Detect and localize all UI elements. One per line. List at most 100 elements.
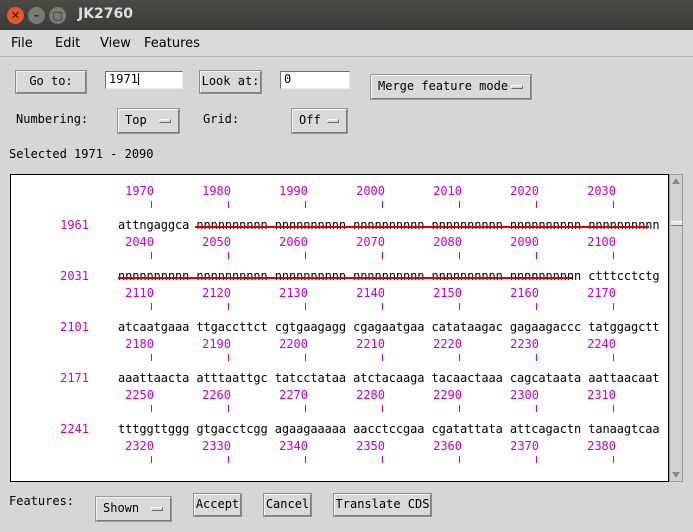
position-tick-label: 2200 xyxy=(279,337,308,351)
sequence-row-text[interactable]: aaattaacta atttaattgc tatcctataa atctaca… xyxy=(118,371,660,385)
lookat-button[interactable]: Look at: xyxy=(200,71,261,93)
accept-button-label: Accept xyxy=(195,497,240,511)
position-tick-mark xyxy=(228,201,229,208)
position-tick-mark xyxy=(151,405,152,412)
position-tick-mark xyxy=(613,405,614,412)
position-tick-mark xyxy=(151,354,152,361)
maximize-window-icon[interactable]: ▢ xyxy=(49,7,66,24)
sequence-view[interactable]: 1970 1980 1990 2000 2010 2020 2030 1961 attngagg… xyxy=(10,174,669,482)
merge-feature-mode-menu[interactable]: Merge feature mode xyxy=(371,75,531,99)
accept-button[interactable]: Accept xyxy=(194,494,241,516)
grid-value: Off xyxy=(299,113,321,127)
position-tick-mark xyxy=(382,252,383,259)
sequence-row-text[interactable]: attngaggca nnnnnnnnnn nnnnnnnnnn nnnnnnn… xyxy=(118,218,660,232)
position-tick-label: 1970 xyxy=(125,184,154,198)
position-tick-label: 2160 xyxy=(510,286,539,300)
row-start-position: 2171 xyxy=(60,371,89,385)
position-tick-mark xyxy=(459,201,460,208)
goto-input[interactable]: 1971 xyxy=(105,71,183,89)
position-tick-mark xyxy=(382,354,383,361)
position-tick-mark xyxy=(613,456,614,463)
position-tick-label: 2140 xyxy=(356,286,385,300)
position-tick-mark xyxy=(382,201,383,208)
title-bar: ✕ – ▢ JK2760 xyxy=(0,0,693,30)
translate-cds-button[interactable]: Translate CDS xyxy=(334,494,431,516)
sequence-row-text[interactable]: tttggttggg gtgacctcgg agaagaaaaa aacctcc… xyxy=(118,422,660,436)
option-menu-indicator-icon xyxy=(511,85,523,89)
position-tick-mark xyxy=(305,456,306,463)
position-tick-mark xyxy=(228,252,229,259)
position-tick-mark xyxy=(459,456,460,463)
position-tick-label: 2180 xyxy=(125,337,154,351)
position-tick-label: 2240 xyxy=(587,337,616,351)
goto-button[interactable]: Go to: xyxy=(16,71,86,93)
numbering-label: Numbering: xyxy=(16,112,89,126)
position-tick-label: 2030 xyxy=(587,184,616,198)
grid-label: Grid: xyxy=(203,112,240,126)
position-tick-mark xyxy=(151,252,152,259)
menu-view[interactable]: View xyxy=(100,36,131,51)
position-tick-label: 1980 xyxy=(202,184,231,198)
position-tick-label: 2300 xyxy=(510,388,539,402)
position-tick-mark xyxy=(228,303,229,310)
position-tick-label: 2370 xyxy=(510,439,539,453)
sequence-row-text[interactable]: nnnnnnnnnn nnnnnnnnnn nnnnnnnnnn nnnnnnn… xyxy=(118,269,660,283)
position-tick-mark xyxy=(382,456,383,463)
vertical-scrollbar[interactable] xyxy=(669,174,683,482)
goto-button-label: Go to: xyxy=(29,74,73,88)
cancel-button[interactable]: Cancel xyxy=(264,494,311,516)
close-window-icon[interactable]: ✕ xyxy=(7,7,24,24)
selection-status: Selected 1971 - 2090 xyxy=(9,147,154,161)
position-tick-label: 2050 xyxy=(202,235,231,249)
scroll-down-icon[interactable] xyxy=(672,472,680,478)
position-tick-label: 2230 xyxy=(510,337,539,351)
position-tick-mark xyxy=(305,252,306,259)
merge-feature-mode-value: Merge feature mode xyxy=(378,79,509,93)
numbering-menu[interactable]: Top xyxy=(118,109,179,133)
position-tick-label: 2080 xyxy=(433,235,462,249)
text-cursor xyxy=(137,73,139,85)
features-visibility-menu[interactable]: Shown xyxy=(96,497,171,521)
position-tick-mark xyxy=(613,252,614,259)
position-tick-mark xyxy=(305,405,306,412)
position-tick-label: 2120 xyxy=(202,286,231,300)
menu-bar: File Edit View Features xyxy=(0,30,693,57)
position-tick-label: 2020 xyxy=(510,184,539,198)
position-tick-mark xyxy=(613,303,614,310)
position-tick-mark xyxy=(228,456,229,463)
row-start-position: 2031 xyxy=(60,269,89,283)
grid-menu[interactable]: Off xyxy=(292,109,347,133)
scrollbar-thumb[interactable] xyxy=(671,221,682,226)
position-tick-mark xyxy=(536,456,537,463)
lookat-input[interactable]: 0 xyxy=(280,71,350,89)
position-tick-label: 2070 xyxy=(356,235,385,249)
position-tick-label: 2350 xyxy=(356,439,385,453)
position-tick-mark xyxy=(613,201,614,208)
position-tick-label: 2290 xyxy=(433,388,462,402)
lookat-input-value: 0 xyxy=(284,72,292,86)
position-tick-mark xyxy=(459,252,460,259)
position-tick-label: 2130 xyxy=(279,286,308,300)
position-tick-label: 2310 xyxy=(587,388,616,402)
position-tick-label: 2060 xyxy=(279,235,308,249)
feature-underline[interactable] xyxy=(118,277,572,279)
position-tick-label: 2090 xyxy=(510,235,539,249)
option-menu-indicator-icon xyxy=(151,507,163,511)
scroll-up-icon[interactable] xyxy=(672,178,680,184)
menu-edit[interactable]: Edit xyxy=(55,36,80,51)
menu-file[interactable]: File xyxy=(11,36,33,51)
position-tick-label: 2340 xyxy=(279,439,308,453)
position-tick-mark xyxy=(382,405,383,412)
position-tick-mark xyxy=(459,405,460,412)
position-tick-mark xyxy=(151,201,152,208)
position-tick-mark xyxy=(459,354,460,361)
menu-features[interactable]: Features xyxy=(144,36,200,51)
minimize-window-icon[interactable]: – xyxy=(28,7,45,24)
sequence-row-text[interactable]: atcaatgaaa ttgaccttct cgtgaagagg cgagaat… xyxy=(118,320,660,334)
position-tick-label: 2150 xyxy=(433,286,462,300)
position-tick-label: 2320 xyxy=(125,439,154,453)
position-tick-mark xyxy=(151,456,152,463)
position-tick-label: 2280 xyxy=(356,388,385,402)
feature-underline[interactable] xyxy=(195,226,649,228)
cancel-button-label: Cancel xyxy=(265,497,310,511)
